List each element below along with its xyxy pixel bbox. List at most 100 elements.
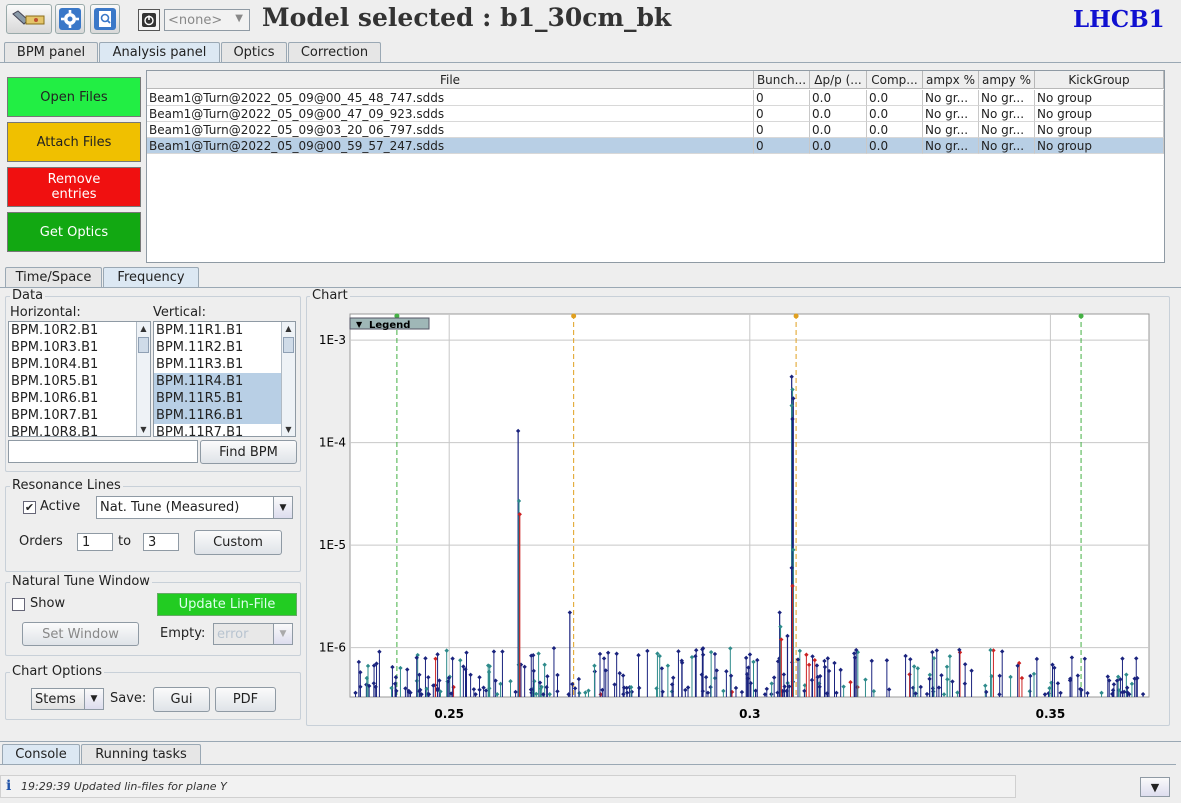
cell-ampx: No gr...	[923, 138, 979, 154]
cell-comp: 0.0	[867, 122, 923, 138]
list-item-selected[interactable]: BPM.11R5.B1	[154, 390, 295, 407]
get-optics-button[interactable]: Get Optics	[7, 212, 141, 252]
cell-ampx: No gr...	[923, 122, 979, 138]
cell-bunch: 0	[754, 138, 810, 154]
col-header-ampy[interactable]: ampy %	[979, 71, 1035, 89]
chart-style-select[interactable]: Stems ▼	[31, 688, 104, 710]
col-header-bunch[interactable]: Bunch...	[754, 71, 810, 89]
cell-kickgroup: No group	[1035, 106, 1164, 122]
tab-correction[interactable]: Correction	[288, 42, 381, 62]
status-bar: i 19:29:39 Updated lin-files for plane Y	[0, 775, 1016, 798]
col-header-dpp[interactable]: Δp/p (...	[810, 71, 867, 89]
chevron-down-icon: ▼	[84, 689, 103, 709]
y-tick-label: 1E-4	[319, 436, 346, 450]
show-checkbox[interactable]	[12, 598, 25, 611]
cell-file: Beam1@Turn@2022_05_09@00_59_57_247.sdds	[147, 138, 754, 154]
attach-files-button[interactable]: Attach Files	[7, 122, 141, 162]
legend-box[interactable]: ▼ Legend	[349, 317, 430, 331]
list-item-selected[interactable]: BPM.11R6.B1	[154, 407, 295, 424]
list-item[interactable]: BPM.10R6.B1	[9, 390, 150, 407]
cell-kickgroup: No group	[1035, 90, 1164, 106]
y-tick-label: 1E-6	[319, 641, 346, 655]
scroll-up-icon[interactable]: ▲	[137, 322, 150, 335]
order-to-input[interactable]: 3	[143, 533, 179, 551]
scroll-down-icon[interactable]: ▼	[137, 423, 150, 436]
list-item[interactable]: BPM.11R3.B1	[154, 356, 295, 373]
tune-window-group-title: Natural Tune Window	[10, 574, 152, 589]
subtab-divider	[0, 287, 1181, 288]
tab-time-space[interactable]: Time/Space	[5, 267, 102, 287]
save-label: Save:	[110, 691, 147, 706]
file-table[interactable]: File Bunch... Δp/p (... Comp... ampx % a…	[146, 70, 1165, 263]
resonance-marker	[793, 313, 799, 319]
order-from-input[interactable]: 1	[77, 533, 113, 551]
tab-analysis-panel[interactable]: Analysis panel	[99, 42, 220, 62]
table-row[interactable]: Beam1@Turn@2022_05_09@03_20_06_797.sdds …	[147, 122, 1164, 138]
model-power-icon[interactable]	[138, 9, 160, 31]
list-item[interactable]: BPM.10R4.B1	[9, 356, 150, 373]
empty-action-select[interactable]: error ▼	[213, 623, 293, 645]
remove-entries-button[interactable]: Remove entries	[7, 167, 141, 207]
vertical-bpm-list[interactable]: BPM.11R1.B1 BPM.11R2.B1 BPM.11R3.B1 BPM.…	[153, 321, 296, 437]
model-select[interactable]: <none> ▼	[164, 9, 250, 31]
cell-ampx: No gr...	[923, 90, 979, 106]
cell-bunch: 0	[754, 122, 810, 138]
vertical-label: Vertical:	[153, 305, 207, 320]
model-title: Model selected : b1_30cm_bk	[262, 3, 672, 32]
tab-frequency[interactable]: Frequency	[103, 267, 199, 287]
tune-source-select[interactable]: Nat. Tune (Measured) ▼	[96, 496, 293, 519]
custom-button[interactable]: Custom	[194, 530, 282, 555]
scroll-thumb[interactable]	[138, 337, 149, 353]
scroll-thumb[interactable]	[283, 337, 294, 353]
vertical-list-scrollbar[interactable]: ▲ ▼	[281, 322, 295, 436]
list-item[interactable]: BPM.10R2.B1	[9, 322, 150, 339]
tab-console[interactable]: Console	[2, 744, 80, 764]
tab-bpm-panel[interactable]: BPM panel	[4, 42, 98, 62]
tab-optics[interactable]: Optics	[221, 42, 287, 62]
scroll-up-icon[interactable]: ▲	[282, 322, 295, 335]
list-item-selected[interactable]: BPM.11R4.B1	[154, 373, 295, 390]
list-item[interactable]: BPM.10R3.B1	[9, 339, 150, 356]
bpm-search-input[interactable]	[8, 440, 198, 463]
settings-gear-icon[interactable]	[55, 4, 85, 34]
horizontal-bpm-list[interactable]: BPM.10R2.B1 BPM.10R3.B1 BPM.10R4.B1 BPM.…	[8, 321, 151, 437]
horizontal-label: Horizontal:	[10, 305, 81, 320]
chevron-down-icon[interactable]: ▼	[1140, 777, 1170, 797]
list-item[interactable]: BPM.10R5.B1	[9, 373, 150, 390]
list-item[interactable]: BPM.11R7.B1	[154, 424, 295, 436]
col-header-comp[interactable]: Comp...	[867, 71, 923, 89]
cell-ampx: No gr...	[923, 106, 979, 122]
horizontal-list-scrollbar[interactable]: ▲ ▼	[136, 322, 150, 436]
update-lin-file-button[interactable]: Update Lin-File	[157, 593, 297, 616]
legend-triangle-icon: ▼	[356, 320, 363, 329]
chevron-down-icon: ▼	[273, 624, 292, 644]
tab-running-tasks[interactable]: Running tasks	[81, 744, 201, 764]
col-header-kickgroup[interactable]: KickGroup	[1035, 71, 1164, 89]
frequency-spectrum-chart[interactable]: 0.25 0.3 0.35 1E-6 1E-5 1E-4 1E-3 ▼ Legend	[306, 304, 1170, 724]
col-header-file[interactable]: File	[147, 71, 754, 89]
list-item[interactable]: BPM.11R1.B1	[154, 322, 295, 339]
document-zoom-icon[interactable]	[90, 4, 120, 34]
col-header-ampx[interactable]: ampx %	[923, 71, 979, 89]
table-row[interactable]: Beam1@Turn@2022_05_09@00_45_48_747.sdds …	[147, 90, 1164, 106]
list-item[interactable]: BPM.10R8.B1	[9, 424, 150, 436]
cell-comp: 0.0	[867, 90, 923, 106]
cell-ampy: No gr...	[979, 106, 1035, 122]
find-bpm-button[interactable]: Find BPM	[200, 440, 297, 464]
empty-action-value: error	[217, 626, 249, 642]
scroll-down-icon[interactable]: ▼	[282, 423, 295, 436]
table-row-selected[interactable]: Beam1@Turn@2022_05_09@00_59_57_247.sdds …	[147, 138, 1164, 154]
list-item[interactable]: BPM.10R7.B1	[9, 407, 150, 424]
set-window-button[interactable]: Set Window	[22, 622, 139, 646]
active-checkbox[interactable]: ✔	[23, 501, 36, 514]
list-item[interactable]: BPM.11R2.B1	[154, 339, 295, 356]
table-row[interactable]: Beam1@Turn@2022_05_09@00_47_09_923.sdds …	[147, 106, 1164, 122]
save-pdf-button[interactable]: PDF	[215, 687, 276, 712]
beam-label: LHCB1	[1073, 6, 1165, 33]
tools-icon[interactable]	[6, 4, 52, 34]
chart-group-title: Chart	[310, 288, 350, 303]
resonance-marker	[571, 313, 577, 319]
open-files-button[interactable]: Open Files	[7, 77, 141, 117]
to-label: to	[118, 534, 132, 549]
save-gui-button[interactable]: Gui	[153, 687, 210, 712]
